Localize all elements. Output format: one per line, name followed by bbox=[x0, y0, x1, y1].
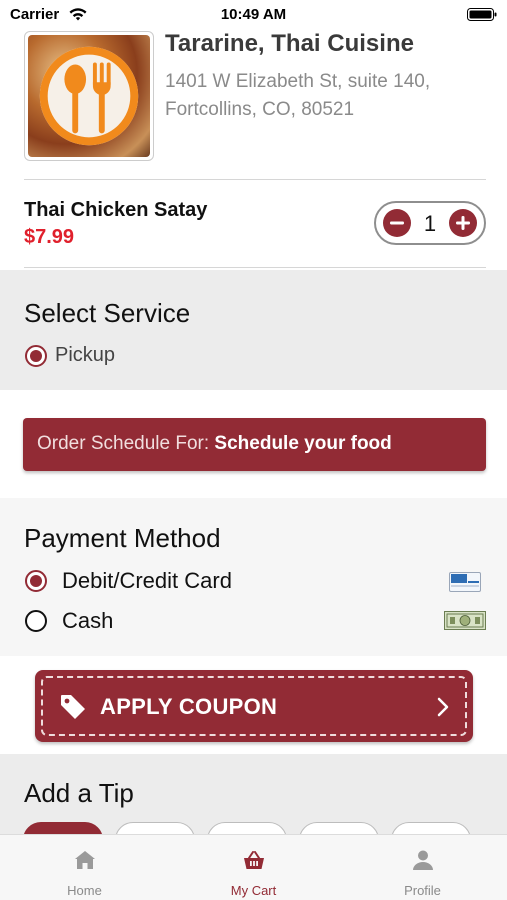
schedule-section: Order Schedule For: Schedule your food bbox=[0, 390, 507, 498]
quantity-value: 1 bbox=[423, 211, 437, 236]
tip-option-button[interactable] bbox=[207, 822, 287, 834]
add-tip-section: Add a Tip bbox=[0, 754, 507, 834]
section-title: Payment Method bbox=[24, 523, 221, 553]
plus-icon bbox=[456, 216, 470, 230]
quantity-stepper: 1 bbox=[374, 201, 486, 245]
select-service-section: Select Service Pickup bbox=[0, 270, 507, 390]
decrease-quantity-button[interactable] bbox=[383, 209, 411, 237]
minus-icon bbox=[390, 221, 404, 225]
battery-icon bbox=[467, 8, 497, 21]
tab-label: Home bbox=[67, 883, 102, 898]
clock: 10:49 AM bbox=[220, 6, 287, 23]
fork-spoon-icon bbox=[39, 46, 139, 146]
cash-payment-radio[interactable] bbox=[25, 610, 47, 632]
tab-label: My Cart bbox=[230, 883, 277, 898]
restaurant-name: Tararine, Thai Cuisine bbox=[165, 30, 414, 57]
tab-bar: Home My Cart Profile bbox=[0, 834, 507, 900]
apply-coupon-button[interactable]: APPLY COUPON bbox=[35, 670, 473, 742]
schedule-order-button[interactable]: Order Schedule For: Schedule your food bbox=[23, 418, 486, 471]
restaurant-address: 1401 W Elizabeth St, suite 140, Fortcoll… bbox=[165, 71, 431, 120]
schedule-text: Order Schedule For: Schedule your food bbox=[37, 433, 392, 455]
cart-item: Thai Chicken Satay $7.99 1 bbox=[0, 180, 507, 270]
status-bar: Carrier 10:49 AM bbox=[0, 0, 507, 30]
tip-option-button[interactable] bbox=[299, 822, 379, 834]
card-payment-radio[interactable] bbox=[25, 570, 47, 592]
restaurant-logo bbox=[24, 31, 154, 161]
tip-option-button[interactable] bbox=[23, 822, 103, 834]
person-icon bbox=[413, 850, 433, 870]
cash-payment-label: Cash bbox=[62, 608, 114, 633]
payment-method-section: Payment Method Debit/Credit Card Cash bbox=[0, 498, 507, 656]
pickup-radio[interactable] bbox=[25, 345, 47, 367]
credit-card-icon bbox=[449, 572, 481, 592]
section-title: Add a Tip bbox=[24, 778, 134, 808]
tab-label: Profile bbox=[404, 883, 441, 898]
restaurant-header: Tararine, Thai Cuisine 1401 W Elizabeth … bbox=[0, 30, 507, 180]
item-price: $7.99 bbox=[24, 226, 75, 248]
tip-option-button[interactable] bbox=[115, 822, 195, 834]
home-icon bbox=[75, 851, 95, 869]
card-payment-label: Debit/Credit Card bbox=[62, 568, 232, 593]
tag-icon bbox=[61, 695, 85, 719]
increase-quantity-button[interactable] bbox=[449, 209, 477, 237]
chevron-right-icon bbox=[437, 697, 449, 717]
coupon-section: APPLY COUPON bbox=[0, 656, 507, 754]
section-title: Select Service bbox=[24, 298, 191, 328]
schedule-prefix: Order Schedule For: bbox=[37, 433, 215, 454]
apply-coupon-label: APPLY COUPON bbox=[100, 694, 278, 719]
tab-home[interactable]: Home bbox=[0, 835, 169, 900]
divider bbox=[24, 267, 486, 268]
tab-my-cart[interactable]: My Cart bbox=[169, 835, 338, 900]
tab-profile[interactable]: Profile bbox=[338, 835, 507, 900]
item-name: Thai Chicken Satay bbox=[24, 199, 208, 221]
pickup-label: Pickup bbox=[55, 344, 116, 366]
basket-icon bbox=[244, 851, 264, 869]
schedule-value: Schedule your food bbox=[214, 433, 392, 454]
cash-icon bbox=[444, 611, 486, 630]
tip-option-button[interactable] bbox=[391, 822, 471, 834]
